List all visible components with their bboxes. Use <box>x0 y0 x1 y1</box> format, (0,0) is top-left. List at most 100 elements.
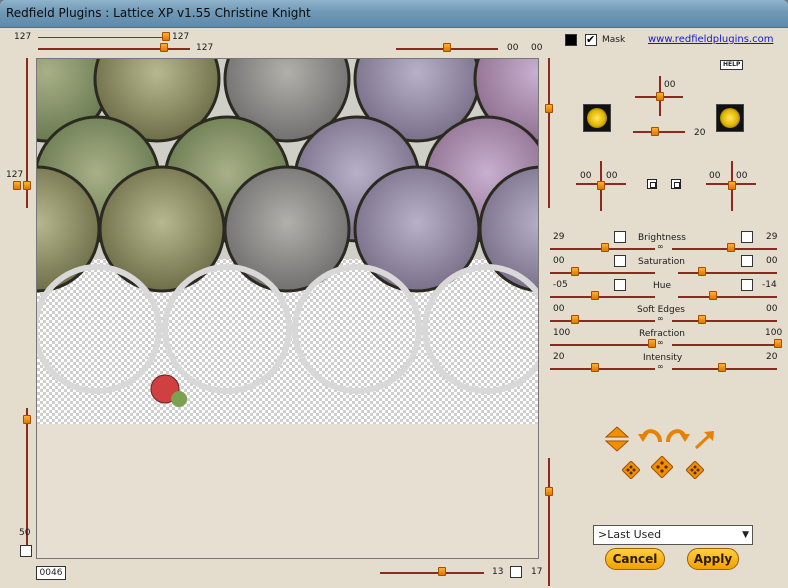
refraction-left-value: 100 <box>553 328 571 338</box>
top-slider-b-thumb[interactable] <box>160 43 168 52</box>
light-left-value-a: 00 <box>580 171 592 181</box>
preset-dropdown[interactable]: >Last Used ▼ <box>593 525 753 545</box>
hue-label: Hue <box>653 281 672 291</box>
expand-arrow-icon[interactable] <box>694 430 716 450</box>
hue-left-value: -05 <box>553 280 568 290</box>
light-swatch-right[interactable] <box>716 104 744 132</box>
intensity-right-thumb[interactable] <box>718 363 726 372</box>
soft-edges-left-value: 00 <box>553 304 565 314</box>
saturation-left-track <box>550 272 655 274</box>
refraction-right-thumb[interactable] <box>774 339 782 348</box>
bottom-slider-thumb[interactable] <box>438 567 446 576</box>
light-top-value-a: 00 <box>664 80 676 90</box>
left-checkbox[interactable] <box>20 545 32 557</box>
website-link[interactable]: www.redfieldplugins.com <box>648 34 773 45</box>
right-top-slider-thumb[interactable] <box>545 104 553 113</box>
left-lower-slider-thumb[interactable] <box>23 415 31 424</box>
counter-field[interactable]: 0046 <box>36 566 66 580</box>
hue-left-track <box>550 296 655 298</box>
client-area: 127 127 127 00 00 127 50 0046 13 17 ✔ Ma… <box>0 28 788 588</box>
refraction-left-thumb[interactable] <box>648 339 656 348</box>
left-lower-slider-track <box>26 408 28 546</box>
rotate-left-icon[interactable] <box>638 424 664 444</box>
light-b-thumb[interactable] <box>651 127 659 136</box>
random-dice-icon[interactable] <box>651 456 673 478</box>
random-small-dice-right-icon[interactable] <box>686 461 704 479</box>
top-right-value-b: 00 <box>531 43 543 53</box>
saturation-right-thumb[interactable] <box>698 267 706 276</box>
left-slider-thumb-b[interactable] <box>23 181 31 190</box>
soft-edges-link-icon[interactable]: ∞ <box>657 314 664 323</box>
mask-checkbox[interactable] <box>585 33 597 46</box>
right-bottom-slider-track <box>548 458 550 586</box>
intensity-left-value: 20 <box>553 352 565 362</box>
brightness-right-checkbox[interactable] <box>741 231 753 243</box>
light-b-track <box>633 131 685 133</box>
bottom-checkbox[interactable] <box>510 566 522 578</box>
brightness-left-thumb[interactable] <box>601 243 609 252</box>
center-square-right[interactable] <box>671 179 681 189</box>
center-square-left[interactable] <box>647 179 657 189</box>
hue-left-thumb[interactable] <box>591 291 599 300</box>
left-slider-top-value: 127 <box>6 170 24 180</box>
brightness-right-value: 29 <box>766 232 778 242</box>
intensity-left-track <box>550 368 655 370</box>
saturation-label: Saturation <box>638 257 685 267</box>
mask-color-swatch[interactable] <box>565 34 577 46</box>
saturation-left-checkbox[interactable] <box>614 255 626 267</box>
soft-edges-right-thumb[interactable] <box>698 315 706 324</box>
light-swatch-left[interactable] <box>583 104 611 132</box>
brightness-right-thumb[interactable] <box>727 243 735 252</box>
brightness-right-track <box>672 248 777 250</box>
hue-right-track <box>678 296 777 298</box>
top-slider-a-value: 127 <box>172 32 190 42</box>
light-right-value-a: 00 <box>709 171 721 181</box>
window-title: Redfield Plugins : Lattice XP v1.55 Chri… <box>6 6 311 20</box>
soft-edges-left-track <box>550 320 655 322</box>
cancel-button[interactable]: Cancel <box>605 548 665 570</box>
intensity-link-icon[interactable]: ∞ <box>657 362 664 371</box>
saturation-right-checkbox[interactable] <box>741 255 753 267</box>
preview-canvas[interactable] <box>36 58 539 559</box>
left-slider-thumb-a[interactable] <box>13 181 21 190</box>
brightness-link-icon[interactable]: ∞ <box>657 242 664 251</box>
top-right-slider-thumb[interactable] <box>443 43 451 52</box>
plugin-window: Redfield Plugins : Lattice XP v1.55 Chri… <box>0 0 788 588</box>
hue-right-thumb[interactable] <box>709 291 717 300</box>
rotate-right-icon[interactable] <box>664 424 690 444</box>
chevron-down-icon: ▼ <box>742 530 749 540</box>
hue-left-checkbox[interactable] <box>614 279 626 291</box>
apply-button[interactable]: Apply <box>687 548 739 570</box>
left-slider-bottom-value: 50 <box>19 528 31 538</box>
light-left-value-b: 00 <box>606 171 618 181</box>
top-slider-a-thumb[interactable] <box>162 32 170 41</box>
top-slider-a-track <box>38 37 166 38</box>
saturation-left-value: 00 <box>553 256 565 266</box>
refraction-link-icon[interactable]: ∞ <box>657 338 664 347</box>
refraction-left-track <box>550 344 655 346</box>
soft-edges-right-value: 00 <box>766 304 778 314</box>
brightness-left-checkbox[interactable] <box>614 231 626 243</box>
saturation-right-value: 00 <box>766 256 778 266</box>
lattice-spheres <box>37 59 538 407</box>
light-top-thumb[interactable] <box>656 92 664 101</box>
title-bar[interactable]: Redfield Plugins : Lattice XP v1.55 Chri… <box>0 0 788 28</box>
flip-vertical-icon[interactable] <box>604 426 630 452</box>
hue-right-checkbox[interactable] <box>741 279 753 291</box>
bottom-slider-value: 13 <box>492 567 504 577</box>
top-right-value-a: 00 <box>507 43 519 53</box>
light-right-thumb[interactable] <box>728 181 736 190</box>
right-top-slider-track <box>548 58 550 208</box>
soft-edges-left-thumb[interactable] <box>571 315 579 324</box>
right-bottom-slider-thumb[interactable] <box>545 487 553 496</box>
mask-label: Mask <box>602 35 626 45</box>
bottom-slider-value-2: 17 <box>531 567 543 577</box>
bottom-slider-track <box>380 572 484 574</box>
help-button[interactable]: HELP <box>720 60 744 70</box>
intensity-left-thumb[interactable] <box>591 363 599 372</box>
light-left-thumb[interactable] <box>597 181 605 190</box>
random-small-dice-icon[interactable] <box>622 461 640 479</box>
soft-edges-right-track <box>672 320 777 322</box>
saturation-left-thumb[interactable] <box>571 267 579 276</box>
refraction-right-track <box>672 344 777 346</box>
